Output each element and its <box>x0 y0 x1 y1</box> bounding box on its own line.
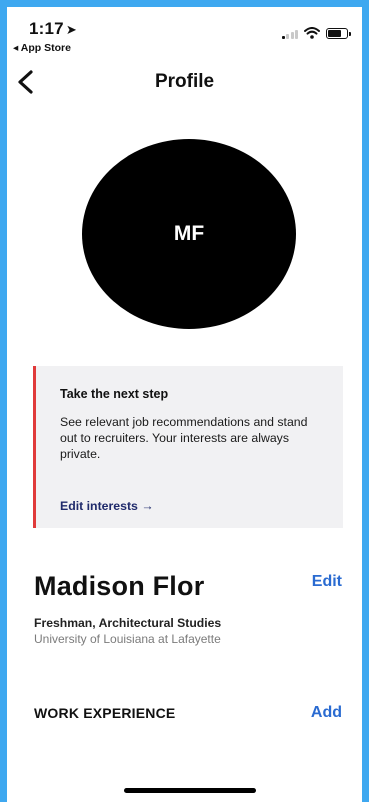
signal-icon <box>281 28 298 39</box>
location-arrow-icon: ➤ <box>65 22 77 37</box>
edit-profile-button[interactable]: Edit <box>312 573 342 591</box>
home-indicator[interactable] <box>124 788 256 793</box>
profile-screen: 1:17 ➤ ◂ App Store Profile MF Take the ne… <box>7 7 362 802</box>
status-time-text: 1:17 <box>29 19 64 38</box>
battery-icon <box>326 27 351 39</box>
card-title: Take the next step <box>60 387 169 401</box>
add-work-experience-button[interactable]: Add <box>311 704 342 722</box>
card-body: See relevant job recommendations and sta… <box>60 415 308 461</box>
avatar[interactable]: MF <box>82 139 296 329</box>
work-experience-title: WORK EXPERIENCE <box>34 705 176 721</box>
app-store-back-link[interactable]: ◂ App Store <box>13 42 71 54</box>
status-time: 1:17 ➤ <box>29 19 77 39</box>
status-icons <box>281 27 351 39</box>
edit-interests-link[interactable]: Edit interests → <box>60 499 154 513</box>
avatar-initials: MF <box>173 222 205 245</box>
profile-name: Madison Flor <box>34 571 205 601</box>
profile-school: University of Louisiana at Lafayette <box>34 632 221 646</box>
profile-subtitle: Freshman, Architectural Studies <box>34 616 222 630</box>
wifi-icon <box>304 27 320 39</box>
page-title: Profile <box>154 71 215 92</box>
next-step-card: Take the next step See relevant job reco… <box>33 366 343 528</box>
